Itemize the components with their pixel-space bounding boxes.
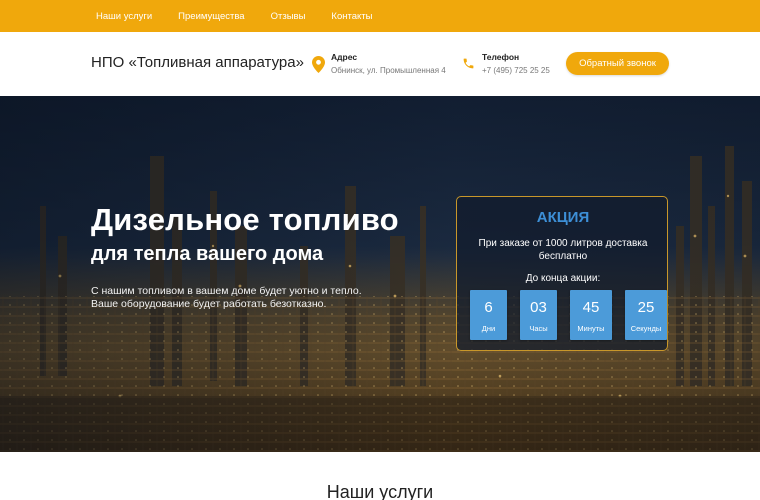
hero-subtitle: для тепла вашего дома	[91, 243, 324, 265]
countdown-unit: Дни	[481, 324, 496, 333]
nav-item-services[interactable]: Наши услуги	[96, 11, 152, 22]
hero-section: Дизельное топливо для тепла вашего дома …	[0, 96, 760, 452]
promo-until-label: До конца акции:	[525, 273, 601, 284]
nav-item-contacts[interactable]: Контакты	[331, 11, 372, 22]
countdown-value: 25	[637, 299, 655, 316]
phone-label: Телефон	[482, 52, 520, 62]
countdown-unit: Секунды	[630, 324, 662, 333]
countdown-hours: 03 Часы	[520, 290, 557, 340]
address-label: Адрес	[331, 52, 358, 62]
promo-text: При заказе от 1000 литров доставка беспл…	[478, 238, 648, 262]
map-pin-icon	[312, 56, 325, 73]
countdown-minutes: 45 Минуты	[570, 290, 612, 340]
countdown-value: 45	[582, 299, 600, 316]
countdown-unit: Минуты	[577, 324, 605, 333]
top-nav: Наши услуги Преимущества Отзывы Контакты	[0, 0, 760, 32]
services-heading: Наши услуги	[326, 482, 434, 500]
phone-block: Телефон +7 (495) 725 25 25	[482, 52, 550, 75]
phone-icon	[463, 58, 474, 69]
address-value: Обнинск, ул. Промышленная 4	[331, 66, 446, 75]
nav-item-advantages[interactable]: Преимущества	[178, 11, 244, 22]
address-block: Адрес Обнинск, ул. Промышленная 4	[331, 52, 446, 75]
phone-value[interactable]: +7 (495) 725 25 25	[482, 66, 550, 75]
countdown-timer: 6 Дни 03 Часы 45 Минуты 25 Секунды	[470, 290, 680, 340]
promo-box: АКЦИЯ При заказе от 1000 литров доставка…	[456, 196, 668, 351]
site-header: НПО «Топливная аппаратура» Адрес Обнинск…	[0, 32, 760, 96]
countdown-value: 03	[530, 299, 547, 316]
countdown-value: 6	[484, 299, 493, 316]
callback-button[interactable]: Обратный звонок	[566, 52, 669, 75]
nav-list: Наши услуги Преимущества Отзывы Контакты	[96, 0, 398, 32]
hero-title: Дизельное топливо	[91, 202, 399, 237]
promo-title: АКЦИЯ	[536, 209, 590, 226]
countdown-days: 6 Дни	[470, 290, 507, 340]
brand-name[interactable]: НПО «Топливная аппаратура»	[91, 54, 304, 71]
countdown-seconds: 25 Секунды	[625, 290, 667, 340]
hero-description: С нашим топливом в вашем доме будет уютн…	[91, 285, 362, 310]
countdown-unit: Часы	[529, 324, 548, 333]
nav-item-reviews[interactable]: Отзывы	[271, 11, 306, 22]
